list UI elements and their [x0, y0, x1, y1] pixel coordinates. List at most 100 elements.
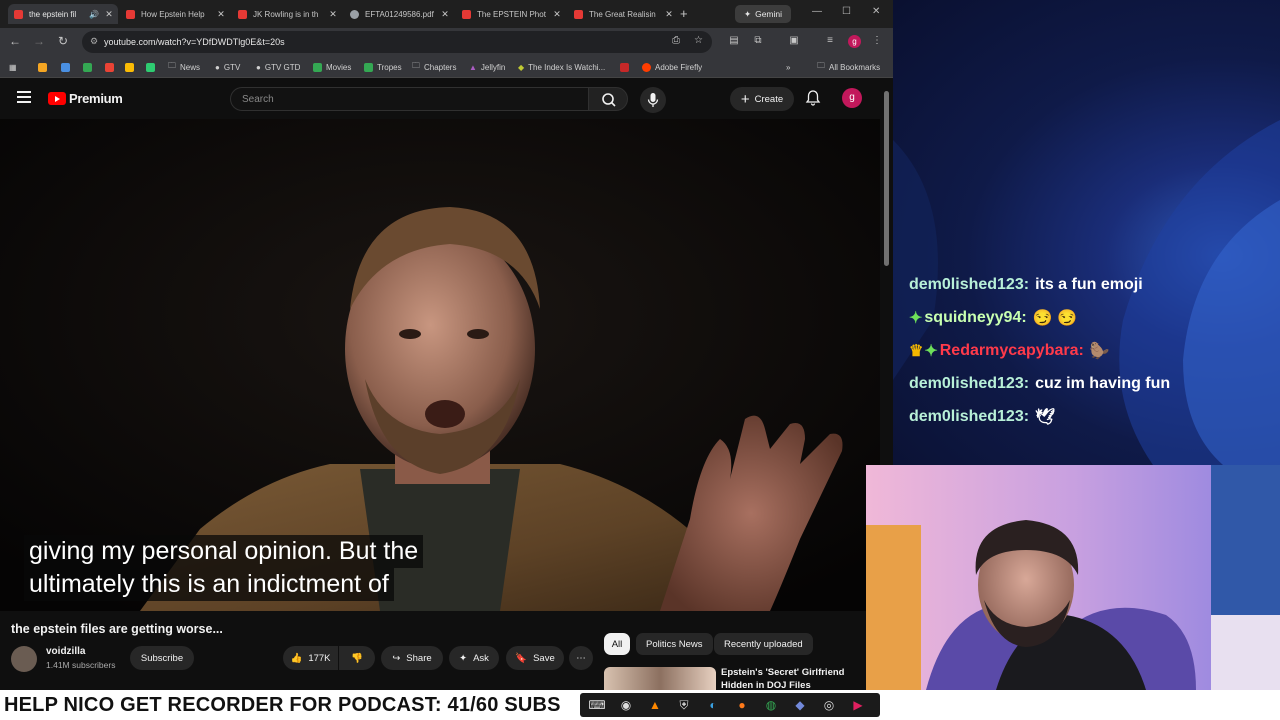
- channel-name[interactable]: voidzilla: [46, 646, 85, 657]
- scrollbar-thumb[interactable]: [884, 91, 889, 266]
- site-info-icon[interactable]: ⚙: [90, 36, 98, 47]
- obs-icon[interactable]: ◎: [818, 695, 840, 715]
- more-bookmarks-icon[interactable]: »: [786, 61, 790, 73]
- subscribe-button[interactable]: Subscribe: [130, 646, 194, 670]
- youtube-logo[interactable]: Premium: [48, 91, 123, 106]
- extensions-icon[interactable]: ⧉: [751, 35, 765, 49]
- chat-text: cuz im having fun: [1035, 374, 1171, 392]
- search-button[interactable]: [588, 87, 628, 111]
- microphone-icon: [647, 93, 659, 107]
- create-button[interactable]: + Create: [730, 87, 794, 111]
- new-tab-button[interactable]: +: [680, 6, 694, 21]
- dislike-button[interactable]: 👎: [339, 646, 375, 670]
- chat-message: dem0lished123: 🕊: [909, 400, 1269, 433]
- bookmark-chapters[interactable]: 🗀 Chapters: [412, 61, 456, 73]
- tray-icon[interactable]: ▶: [847, 695, 869, 715]
- video-player[interactable]: giving my personal opinion. But the ulti…: [0, 119, 880, 611]
- bookmark-news[interactable]: 🗀 News: [168, 61, 200, 73]
- reading-list-icon[interactable]: ▤: [727, 35, 741, 49]
- bookmark-label: All Bookmarks: [829, 62, 881, 72]
- close-tab-icon[interactable]: ✕: [663, 9, 675, 20]
- close-tab-icon[interactable]: ✕: [327, 9, 339, 20]
- channel-avatar[interactable]: [11, 646, 37, 672]
- chip-politics-news[interactable]: Politics News: [636, 633, 713, 655]
- tab-efta-pdf[interactable]: EFTA01249586.pdf ✕: [344, 4, 454, 24]
- notifications-bell-icon[interactable]: [804, 89, 822, 107]
- chat-username: dem0lished123:: [909, 275, 1030, 293]
- search-icon: [602, 93, 616, 107]
- close-window-button[interactable]: ✕: [872, 6, 880, 17]
- tab-great-realising[interactable]: The Great Realisin ✕: [568, 4, 678, 24]
- bookmark-icon-6[interactable]: [146, 61, 155, 73]
- subscriber-count: 1.41M subscribers: [46, 660, 116, 670]
- browser-toolbar: ← → ↻ ⚙ youtube.com/watch?v=YDfDWDTlg0E&…: [0, 28, 893, 56]
- close-tab-icon[interactable]: ✕: [439, 9, 451, 20]
- bookmark-tropes[interactable]: Tropes: [364, 61, 402, 73]
- tab-jk-rowling[interactable]: JK Rowling is in th ✕: [232, 4, 342, 24]
- jellyfin-icon: ▲: [469, 62, 477, 72]
- bookmark-movies[interactable]: Movies: [313, 61, 351, 73]
- bookmark-icon-4[interactable]: [105, 61, 114, 73]
- chip-recently-uploaded[interactable]: Recently uploaded: [714, 633, 813, 655]
- firefox-icon[interactable]: ●: [731, 695, 753, 715]
- vlc-icon[interactable]: ▲: [644, 695, 666, 715]
- bookmark-icon-3[interactable]: [83, 61, 92, 73]
- share-icon: ↪: [392, 652, 401, 664]
- bookmark-icon-2[interactable]: [61, 61, 70, 73]
- like-button[interactable]: 👍 177K: [283, 646, 338, 670]
- menu-kebab-icon[interactable]: ⋮: [870, 35, 884, 49]
- bookmark-icon-5[interactable]: [125, 61, 134, 73]
- chip-all[interactable]: All: [604, 633, 630, 655]
- bookmark-jellyfin[interactable]: ▲ Jellyfin: [469, 61, 505, 73]
- account-avatar[interactable]: g: [842, 88, 862, 108]
- ask-button[interactable]: ✦ Ask: [449, 646, 499, 670]
- bookmark-gtv-gtd[interactable]: ● GTV GTD: [256, 61, 300, 73]
- chat-username: dem0lished123:: [909, 374, 1030, 392]
- hamburger-menu-icon[interactable]: [17, 91, 31, 103]
- share-button[interactable]: ↪ Share: [381, 646, 443, 670]
- chrome-icon[interactable]: ◍: [760, 695, 782, 715]
- url-text: youtube.com/watch?v=YDfDWDTlg0E&t=20s: [104, 37, 285, 47]
- reload-button[interactable]: ↻: [55, 34, 71, 48]
- sparkle-badge-icon: ✦: [909, 309, 923, 327]
- voice-search-button[interactable]: [640, 87, 666, 113]
- bookmark-star-icon[interactable]: ☆: [694, 35, 703, 46]
- youtube-masthead: Premium Search + Create g: [0, 79, 880, 119]
- search-input[interactable]: Search: [230, 87, 588, 111]
- profile-avatar[interactable]: g: [848, 35, 861, 48]
- split-view-icon[interactable]: ▣: [787, 35, 801, 49]
- video-captions: giving my personal opinion. But the ulti…: [24, 535, 424, 601]
- recommended-thumbnail[interactable]: [604, 667, 716, 690]
- tab-how-epstein[interactable]: How Epstein Help ✕: [120, 4, 230, 24]
- media-controls-icon[interactable]: ≡: [823, 35, 837, 49]
- recommended-title[interactable]: Epstein's 'Secret' Girlfriend Hidden in …: [721, 666, 866, 690]
- back-button[interactable]: ←: [7, 34, 23, 48]
- apps-grid-icon[interactable]: ▦: [9, 61, 17, 73]
- close-tab-icon[interactable]: ✕: [215, 9, 227, 20]
- maximize-button[interactable]: ☐: [842, 6, 851, 17]
- save-button[interactable]: 🔖 Save: [506, 646, 564, 670]
- adobe-icon: [642, 62, 651, 72]
- tray-icon[interactable]: ◉: [615, 695, 637, 715]
- more-actions-button[interactable]: ⋯: [569, 646, 593, 670]
- close-tab-icon[interactable]: ✕: [103, 9, 115, 20]
- install-app-icon[interactable]: ⎙: [672, 35, 680, 46]
- gemini-button[interactable]: ✦ Gemini: [735, 5, 791, 23]
- bookmark-index[interactable]: ◆ The Index Is Watchi...: [518, 61, 605, 73]
- tray-icon[interactable]: ⌨: [586, 695, 608, 715]
- bookmark-icon-7[interactable]: [620, 61, 629, 73]
- forward-button[interactable]: →: [31, 34, 47, 48]
- discord-icon[interactable]: ◆: [789, 695, 811, 715]
- bookmark-icon-1[interactable]: [38, 61, 47, 73]
- tab-label: How Epstein Help: [141, 9, 205, 19]
- minimize-button[interactable]: —: [812, 6, 822, 17]
- bookmark-adobe-firefly[interactable]: Adobe Firefly: [642, 61, 702, 73]
- close-tab-icon[interactable]: ✕: [551, 9, 563, 20]
- tray-icon[interactable]: ⛨: [673, 695, 695, 715]
- tab-epstein-files[interactable]: the epstein fil 🔊 ✕: [8, 4, 118, 24]
- edge-icon[interactable]: ◐: [702, 695, 724, 715]
- bookmark-gtv[interactable]: ● GTV: [215, 61, 240, 73]
- address-bar[interactable]: ⚙ youtube.com/watch?v=YDfDWDTlg0E&t=20s …: [82, 31, 712, 53]
- tab-epstein-photo[interactable]: The EPSTEIN Phot ✕: [456, 4, 566, 24]
- all-bookmarks[interactable]: 🗀 All Bookmarks: [817, 61, 880, 73]
